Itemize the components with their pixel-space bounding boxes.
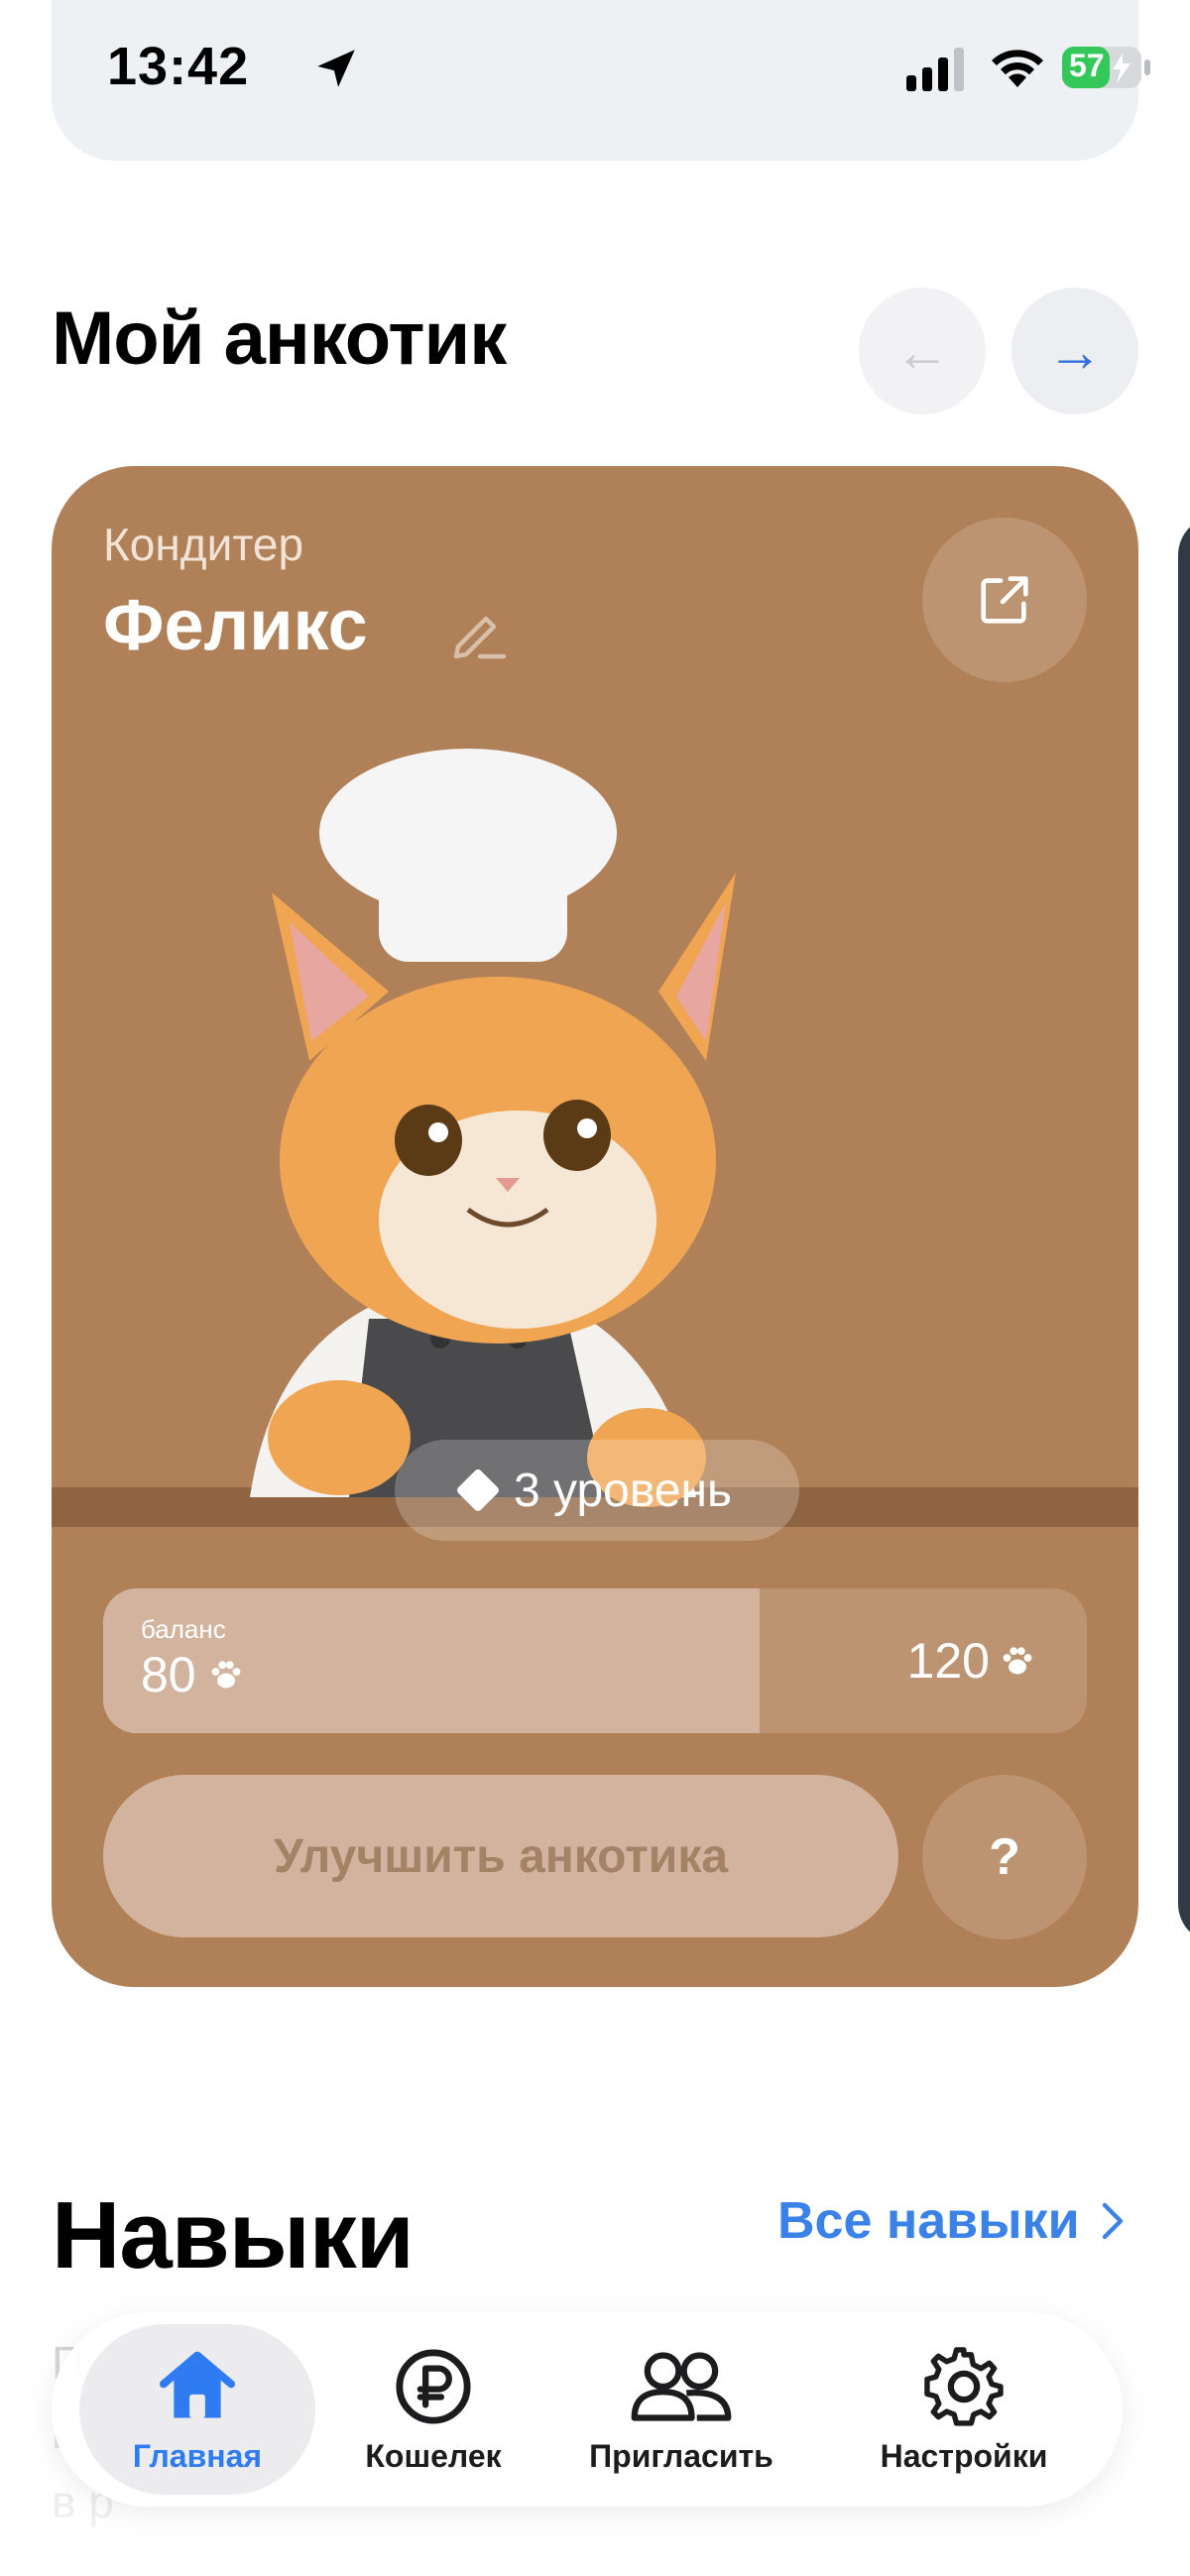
tab-settings[interactable]: Настройки (855, 2324, 1073, 2495)
tab-label: Кошелек (365, 2437, 502, 2474)
status-time: 13:42 (107, 37, 250, 96)
balance-max: 120 (907, 1632, 1035, 1690)
pet-card: Кондитер Феликс 3 уровень баланс 80 120 … (52, 466, 1138, 1987)
arrow-right-icon: → (1047, 319, 1103, 383)
cat-chef-illustration (52, 749, 1138, 1735)
balance-label: баланс (141, 1614, 226, 1644)
pet-name: Феликс (103, 586, 368, 665)
pencil-icon[interactable] (446, 599, 510, 662)
status-bar: 13:42 57 (52, 0, 1150, 161)
cellular-signal-icon (906, 48, 964, 91)
prev-button[interactable]: ← (859, 288, 986, 414)
tab-invite[interactable]: Пригласить (577, 2324, 785, 2495)
people-icon (631, 2351, 732, 2421)
level-badge: 3 уровень (395, 1440, 799, 1541)
location-arrow-icon (317, 50, 355, 87)
upgrade-pet-button[interactable]: Улучшить анкотика (103, 1775, 898, 1937)
share-button[interactable] (922, 518, 1087, 682)
tab-bar: Главная Кошелек Пригласить Настройки (52, 2312, 1123, 2507)
tab-wallet[interactable]: Кошелек (339, 2324, 528, 2495)
tab-label: Настройки (880, 2437, 1048, 2474)
skills-title: Навыки (52, 2182, 415, 2288)
balance-value: 80 (141, 1646, 244, 1703)
next-card-peek[interactable] (1178, 516, 1190, 1943)
diamond-icon (455, 1467, 501, 1513)
battery-indicator: 57 (1061, 46, 1152, 89)
next-button[interactable]: → (1012, 288, 1138, 414)
balance-current: 80 (141, 1647, 196, 1702)
external-link-icon (981, 576, 1028, 624)
tab-label: Главная (132, 2437, 263, 2474)
tab-label: Пригласить (589, 2437, 774, 2474)
ruble-icon (396, 2348, 471, 2424)
battery-level: 57 (1069, 48, 1105, 83)
arrow-left-icon: ← (894, 319, 950, 383)
home-icon (159, 2351, 236, 2417)
paw-icon (1003, 1647, 1032, 1675)
tab-home[interactable]: Главная (79, 2324, 315, 2495)
all-skills-label: Все навыки (777, 2192, 1080, 2250)
paw-icon (211, 1661, 241, 1689)
gear-icon (924, 2346, 1004, 2426)
chevron-right-icon (1102, 2202, 1123, 2240)
help-button[interactable]: ? (922, 1775, 1087, 1939)
level-label: 3 уровень (513, 1464, 733, 1517)
balance-max-value: 120 (906, 1633, 990, 1689)
balance-bar: баланс 80 120 (103, 1588, 1087, 1733)
all-skills-link[interactable]: Все навыки (777, 2191, 1128, 2251)
page-title: Мой анкотик (52, 296, 507, 381)
wifi-icon (992, 50, 1043, 87)
pet-role: Кондитер (103, 519, 304, 570)
